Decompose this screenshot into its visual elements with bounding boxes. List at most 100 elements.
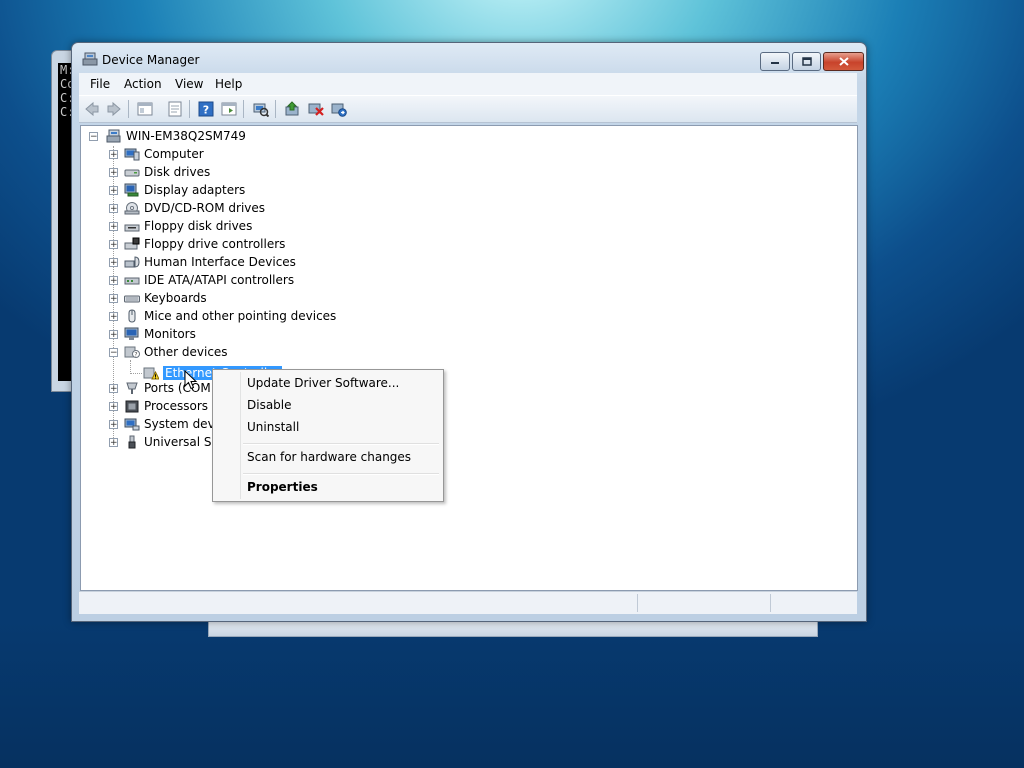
tree-node-system-devic[interactable]: + System devic [109,415,225,433]
svg-text:?: ? [134,352,137,359]
monitor-icon [124,327,139,340]
tree-node-universal-seri[interactable]: + Universal Seri [109,433,227,451]
title-bar[interactable]: Device Manager [72,43,866,73]
expand-icon[interactable]: + [109,167,118,177]
expand-icon[interactable]: + [109,419,118,429]
scan-hardware-icon[interactable] [253,101,269,117]
update-driver-icon[interactable] [284,101,300,117]
tree-node-label: Other devices [144,345,228,359]
tree-node-computer[interactable]: + Computer [109,145,204,163]
tree-node-disk-drives[interactable]: + Disk drives [109,163,210,181]
tree-node-keyboards[interactable]: + Keyboards [109,289,207,307]
device-manager-icon [82,52,98,66]
warning-device-icon [143,367,159,380]
back-arrow-icon[interactable] [84,101,100,117]
hid-icon [124,256,140,268]
expand-icon[interactable]: + [109,329,118,339]
tree-root-label: WIN-EM38Q2SM749 [126,129,246,143]
menu-file[interactable]: File [90,77,110,91]
tree-node-floppy-disk-drives[interactable]: + Floppy disk drives [109,217,252,235]
tree-line [130,360,131,374]
collapse-icon[interactable]: − [109,347,118,357]
expand-icon[interactable]: + [109,383,118,393]
status-separator [637,594,638,612]
close-icon [838,57,849,66]
menu-separator [243,473,439,475]
menu-action[interactable]: Action [124,77,162,91]
show-hide-action-pane-icon[interactable] [221,101,237,117]
tree-node-label: Monitors [144,327,196,341]
device-tree[interactable]: − WIN-EM38Q2SM749 + Computer + Disk drives +… [80,125,858,591]
tree-node-human-interface-devices[interactable]: + Human Interface Devices [109,253,296,271]
expand-icon[interactable]: + [109,257,118,267]
help-icon[interactable]: ? [198,101,214,117]
expand-icon[interactable]: + [109,221,118,231]
tree-node-other-devices[interactable]: −? Other devices [109,343,228,361]
tree-root[interactable]: − WIN-EM38Q2SM749 [89,127,246,145]
tree-node-floppy-drive-controllers[interactable]: + Floppy drive controllers [109,235,285,253]
tree-node-mice-and-other-pointing-devices[interactable]: + Mice and other pointing devices [109,307,336,325]
background-window-edge [208,620,818,637]
usb-icon [128,435,136,449]
tree-node-label: Computer [144,147,204,161]
expand-icon[interactable]: + [109,437,118,447]
enable-device-icon[interactable] [331,101,347,117]
expand-icon[interactable]: + [109,203,118,213]
menu-bar: File Action View Help [79,73,857,95]
expand-icon[interactable]: + [109,401,118,411]
window-title: Device Manager [102,53,200,67]
floppy-disk-icon [124,224,140,232]
keyboard-icon [124,295,140,303]
expand-icon[interactable]: + [109,311,118,321]
system-device-icon [124,418,140,431]
menu-scan-hardware[interactable]: Scan for hardware changes [247,450,411,464]
dvd-drive-icon [124,202,140,215]
context-menu-gutter [240,372,241,499]
minimize-button[interactable] [760,52,790,71]
tree-node-dvd-cd-rom-drives[interactable]: + DVD/CD-ROM drives [109,199,265,217]
tree-line [130,373,142,374]
show-hide-console-tree-icon[interactable] [137,101,153,117]
svg-text:?: ? [203,104,209,117]
device-manager-window[interactable]: Device Manager File Action View Help ? −… [71,42,867,622]
mouse-icon [128,309,136,323]
maximize-icon [801,57,812,66]
menu-uninstall[interactable]: Uninstall [247,420,299,434]
tree-node-label: Floppy disk drives [144,219,253,233]
floppy-controller-icon [124,237,140,250]
processor-icon [125,400,139,413]
menu-view[interactable]: View [175,77,203,91]
tree-node-ide-ata-atapi-controllers[interactable]: + IDE ATA/ATAPI controllers [109,271,294,289]
expand-icon[interactable]: + [109,239,118,249]
menu-help[interactable]: Help [215,77,242,91]
expand-icon[interactable]: + [109,149,118,159]
disk-drive-icon [124,169,140,177]
context-menu: Update Driver Software... Disable Uninst… [212,369,444,502]
unknown-device-icon: ? [124,346,140,359]
tree-node-display-adapters[interactable]: + Display adapters [109,181,245,199]
tree-node-label: Mice and other pointing devices [144,309,337,323]
tree-node-label: Disk drives [144,165,211,179]
collapse-icon[interactable]: − [89,131,98,141]
expand-icon[interactable]: + [109,293,118,303]
uninstall-device-icon[interactable] [308,101,324,117]
expand-icon[interactable]: + [109,275,118,285]
status-separator [770,594,771,612]
tree-node-label: IDE ATA/ATAPI controllers [144,273,295,287]
computer-root-icon [106,129,121,143]
maximize-button[interactable] [792,52,821,71]
tree-node-label: Processors [144,399,209,413]
menu-properties[interactable]: Properties [247,480,318,494]
toolbar-separator [128,100,129,118]
forward-arrow-icon[interactable] [106,101,122,117]
menu-separator [243,443,439,445]
tree-node-monitors[interactable]: + Monitors [109,325,196,343]
tree-node-label: DVD/CD-ROM drives [144,201,266,215]
properties-sheet-icon[interactable] [167,101,183,117]
menu-disable[interactable]: Disable [247,398,292,412]
expand-icon[interactable]: + [109,185,118,195]
toolbar-separator [275,100,276,118]
menu-update-driver[interactable]: Update Driver Software... [247,376,399,390]
tree-node-processors[interactable]: + Processors [109,397,208,415]
close-button[interactable] [823,52,864,71]
